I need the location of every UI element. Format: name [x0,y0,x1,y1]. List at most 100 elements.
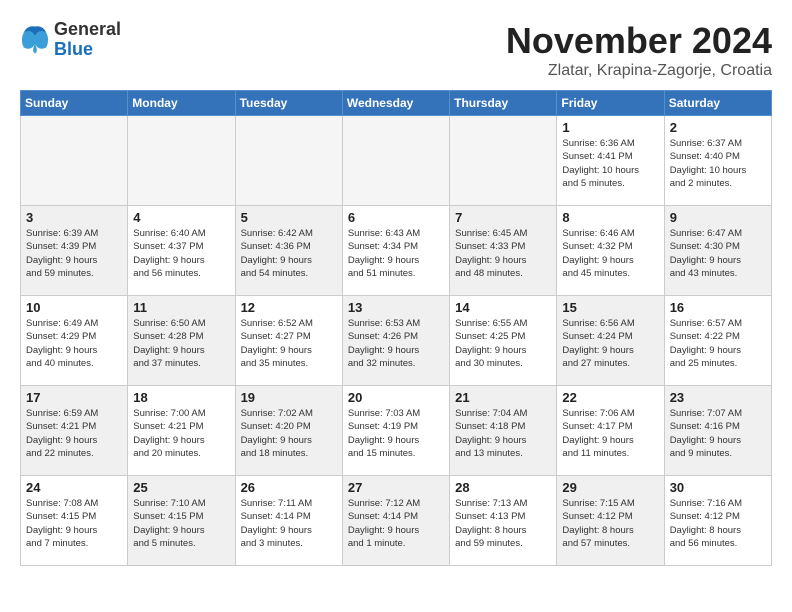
calendar-cell: 22 Sunrise: 7:06 AM Sunset: 4:17 PM Dayli… [557,386,664,476]
day-number: 23 [670,390,766,405]
weekday-header-saturday: Saturday [664,91,771,116]
calendar-cell: 15 Sunrise: 6:56 AM Sunset: 4:24 PM Dayli… [557,296,664,386]
weekday-header-thursday: Thursday [450,91,557,116]
calendar-cell: 27 Sunrise: 7:12 AM Sunset: 4:14 PM Dayli… [342,476,449,566]
day-info: Sunrise: 6:45 AM Sunset: 4:33 PM Dayligh… [455,227,551,280]
day-info: Sunrise: 6:40 AM Sunset: 4:37 PM Dayligh… [133,227,229,280]
day-info: Sunrise: 7:08 AM Sunset: 4:15 PM Dayligh… [26,497,122,550]
day-info: Sunrise: 7:12 AM Sunset: 4:14 PM Dayligh… [348,497,444,550]
day-number: 3 [26,210,122,225]
weekday-header-row: SundayMondayTuesdayWednesdayThursdayFrid… [21,91,772,116]
logo-general: General [54,20,121,40]
day-number: 5 [241,210,337,225]
day-info: Sunrise: 6:56 AM Sunset: 4:24 PM Dayligh… [562,317,658,370]
day-info: Sunrise: 7:13 AM Sunset: 4:13 PM Dayligh… [455,497,551,550]
calendar-cell: 10 Sunrise: 6:49 AM Sunset: 4:29 PM Dayli… [21,296,128,386]
day-info: Sunrise: 6:55 AM Sunset: 4:25 PM Dayligh… [455,317,551,370]
day-info: Sunrise: 6:59 AM Sunset: 4:21 PM Dayligh… [26,407,122,460]
calendar-cell: 3 Sunrise: 6:39 AM Sunset: 4:39 PM Daylig… [21,206,128,296]
calendar-cell: 6 Sunrise: 6:43 AM Sunset: 4:34 PM Daylig… [342,206,449,296]
calendar-cell [21,116,128,206]
calendar-cell: 5 Sunrise: 6:42 AM Sunset: 4:36 PM Daylig… [235,206,342,296]
week-row-1: 3 Sunrise: 6:39 AM Sunset: 4:39 PM Daylig… [21,206,772,296]
day-number: 22 [562,390,658,405]
day-number: 28 [455,480,551,495]
day-info: Sunrise: 7:07 AM Sunset: 4:16 PM Dayligh… [670,407,766,460]
day-info: Sunrise: 7:06 AM Sunset: 4:17 PM Dayligh… [562,407,658,460]
day-number: 30 [670,480,766,495]
logo: General Blue [20,20,121,60]
day-number: 29 [562,480,658,495]
calendar-cell: 12Sunrise: 6:52 AM Sunset: 4:27 PM Dayli… [235,296,342,386]
calendar-cell: 19 Sunrise: 7:02 AM Sunset: 4:20 PM Dayli… [235,386,342,476]
day-number: 8 [562,210,658,225]
calendar-cell [342,116,449,206]
day-number: 25 [133,480,229,495]
weekday-header-tuesday: Tuesday [235,91,342,116]
calendar-cell: 26 Sunrise: 7:11 AM Sunset: 4:14 PM Dayli… [235,476,342,566]
calendar-cell: 1Sunrise: 6:36 AM Sunset: 4:41 PM Daylig… [557,116,664,206]
day-number: 27 [348,480,444,495]
day-number: 13 [348,300,444,315]
day-info: Sunrise: 6:46 AM Sunset: 4:32 PM Dayligh… [562,227,658,280]
calendar-cell [235,116,342,206]
day-info: Sunrise: 6:42 AM Sunset: 4:36 PM Dayligh… [241,227,337,280]
calendar-cell [450,116,557,206]
logo-blue: Blue [54,40,121,60]
calendar-cell: 9Sunrise: 6:47 AM Sunset: 4:30 PM Daylig… [664,206,771,296]
day-info: Sunrise: 6:37 AM Sunset: 4:40 PM Dayligh… [670,137,766,190]
weekday-header-wednesday: Wednesday [342,91,449,116]
day-number: 20 [348,390,444,405]
weekday-header-monday: Monday [128,91,235,116]
day-info: Sunrise: 6:36 AM Sunset: 4:41 PM Dayligh… [562,137,658,190]
week-row-3: 17 Sunrise: 6:59 AM Sunset: 4:21 PM Dayli… [21,386,772,476]
day-info: Sunrise: 7:11 AM Sunset: 4:14 PM Dayligh… [241,497,337,550]
calendar-cell: 24 Sunrise: 7:08 AM Sunset: 4:15 PM Dayli… [21,476,128,566]
day-number: 15 [562,300,658,315]
day-info: Sunrise: 6:50 AM Sunset: 4:28 PM Dayligh… [133,317,229,370]
calendar-cell: 8 Sunrise: 6:46 AM Sunset: 4:32 PM Daylig… [557,206,664,296]
day-info: Sunrise: 6:53 AM Sunset: 4:26 PM Dayligh… [348,317,444,370]
calendar-cell: 2Sunrise: 6:37 AM Sunset: 4:40 PM Daylig… [664,116,771,206]
day-number: 24 [26,480,122,495]
day-info: Sunrise: 6:43 AM Sunset: 4:34 PM Dayligh… [348,227,444,280]
location-subtitle: Zlatar, Krapina-Zagorje, Croatia [506,62,772,80]
calendar-table: SundayMondayTuesdayWednesdayThursdayFrid… [20,90,772,566]
day-info: Sunrise: 7:02 AM Sunset: 4:20 PM Dayligh… [241,407,337,460]
day-info: Sunrise: 7:03 AM Sunset: 4:19 PM Dayligh… [348,407,444,460]
day-number: 17 [26,390,122,405]
calendar-cell: 16Sunrise: 6:57 AM Sunset: 4:22 PM Dayli… [664,296,771,386]
calendar-cell: 18 Sunrise: 7:00 AM Sunset: 4:21 PM Dayli… [128,386,235,476]
day-number: 4 [133,210,229,225]
day-number: 6 [348,210,444,225]
day-info: Sunrise: 6:39 AM Sunset: 4:39 PM Dayligh… [26,227,122,280]
week-row-2: 10 Sunrise: 6:49 AM Sunset: 4:29 PM Dayli… [21,296,772,386]
weekday-header-sunday: Sunday [21,91,128,116]
day-info: Sunrise: 6:49 AM Sunset: 4:29 PM Dayligh… [26,317,122,370]
day-info: Sunrise: 7:15 AM Sunset: 4:12 PM Dayligh… [562,497,658,550]
day-number: 12 [241,300,337,315]
day-info: Sunrise: 7:00 AM Sunset: 4:21 PM Dayligh… [133,407,229,460]
day-number: 14 [455,300,551,315]
day-number: 7 [455,210,551,225]
calendar-cell: 21Sunrise: 7:04 AM Sunset: 4:18 PM Dayli… [450,386,557,476]
calendar-cell: 17 Sunrise: 6:59 AM Sunset: 4:21 PM Dayli… [21,386,128,476]
day-number: 26 [241,480,337,495]
calendar-cell: 20 Sunrise: 7:03 AM Sunset: 4:19 PM Dayli… [342,386,449,476]
day-info: Sunrise: 7:16 AM Sunset: 4:12 PM Dayligh… [670,497,766,550]
day-info: Sunrise: 7:04 AM Sunset: 4:18 PM Dayligh… [455,407,551,460]
calendar-cell: 13 Sunrise: 6:53 AM Sunset: 4:26 PM Dayli… [342,296,449,386]
calendar-cell: 7 Sunrise: 6:45 AM Sunset: 4:33 PM Daylig… [450,206,557,296]
week-row-4: 24 Sunrise: 7:08 AM Sunset: 4:15 PM Dayli… [21,476,772,566]
title-section: November 2024 Zlatar, Krapina-Zagorje, C… [506,20,772,80]
weekday-header-friday: Friday [557,91,664,116]
day-number: 16 [670,300,766,315]
calendar-cell [128,116,235,206]
day-number: 10 [26,300,122,315]
day-info: Sunrise: 6:47 AM Sunset: 4:30 PM Dayligh… [670,227,766,280]
calendar-cell: 4 Sunrise: 6:40 AM Sunset: 4:37 PM Daylig… [128,206,235,296]
day-number: 18 [133,390,229,405]
day-number: 19 [241,390,337,405]
calendar-cell: 29 Sunrise: 7:15 AM Sunset: 4:12 PM Dayli… [557,476,664,566]
calendar-cell: 14 Sunrise: 6:55 AM Sunset: 4:25 PM Dayli… [450,296,557,386]
